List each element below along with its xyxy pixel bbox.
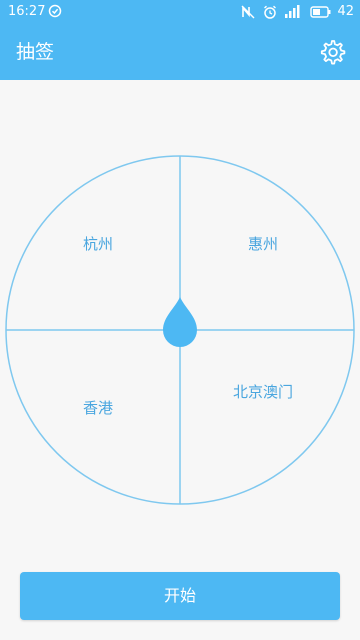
app-title: 抽签 bbox=[16, 41, 55, 63]
app-root: 16:27 42 抽签 杭州 惠州 香港 北京澳门 开始 bbox=[0, 0, 360, 640]
start-button[interactable]: 开始 bbox=[20, 572, 340, 620]
check-circle-icon bbox=[48, 4, 64, 20]
sector-label-bottom-left: 香港 bbox=[82, 399, 114, 417]
settings-button[interactable] bbox=[318, 38, 346, 66]
battery-icon bbox=[310, 4, 332, 20]
nfc-off-icon bbox=[240, 4, 256, 20]
status-bar: 16:27 42 bbox=[0, 0, 360, 24]
battery-level: 42 bbox=[337, 4, 354, 19]
alarm-clock-icon bbox=[262, 4, 278, 20]
wheel-graphic bbox=[5, 155, 355, 505]
droplet-pointer-icon bbox=[163, 297, 197, 347]
gear-icon bbox=[320, 40, 346, 65]
sector-label-bottom-right: 北京澳门 bbox=[232, 383, 294, 401]
sector-label-top-right: 惠州 bbox=[247, 235, 279, 253]
app-bar: 抽签 bbox=[0, 24, 360, 80]
status-time: 16:27 bbox=[8, 4, 46, 19]
signal-icon bbox=[284, 4, 300, 20]
sector-label-top-left: 杭州 bbox=[82, 235, 114, 253]
lottery-wheel[interactable]: 杭州 惠州 香港 北京澳门 bbox=[5, 155, 355, 505]
